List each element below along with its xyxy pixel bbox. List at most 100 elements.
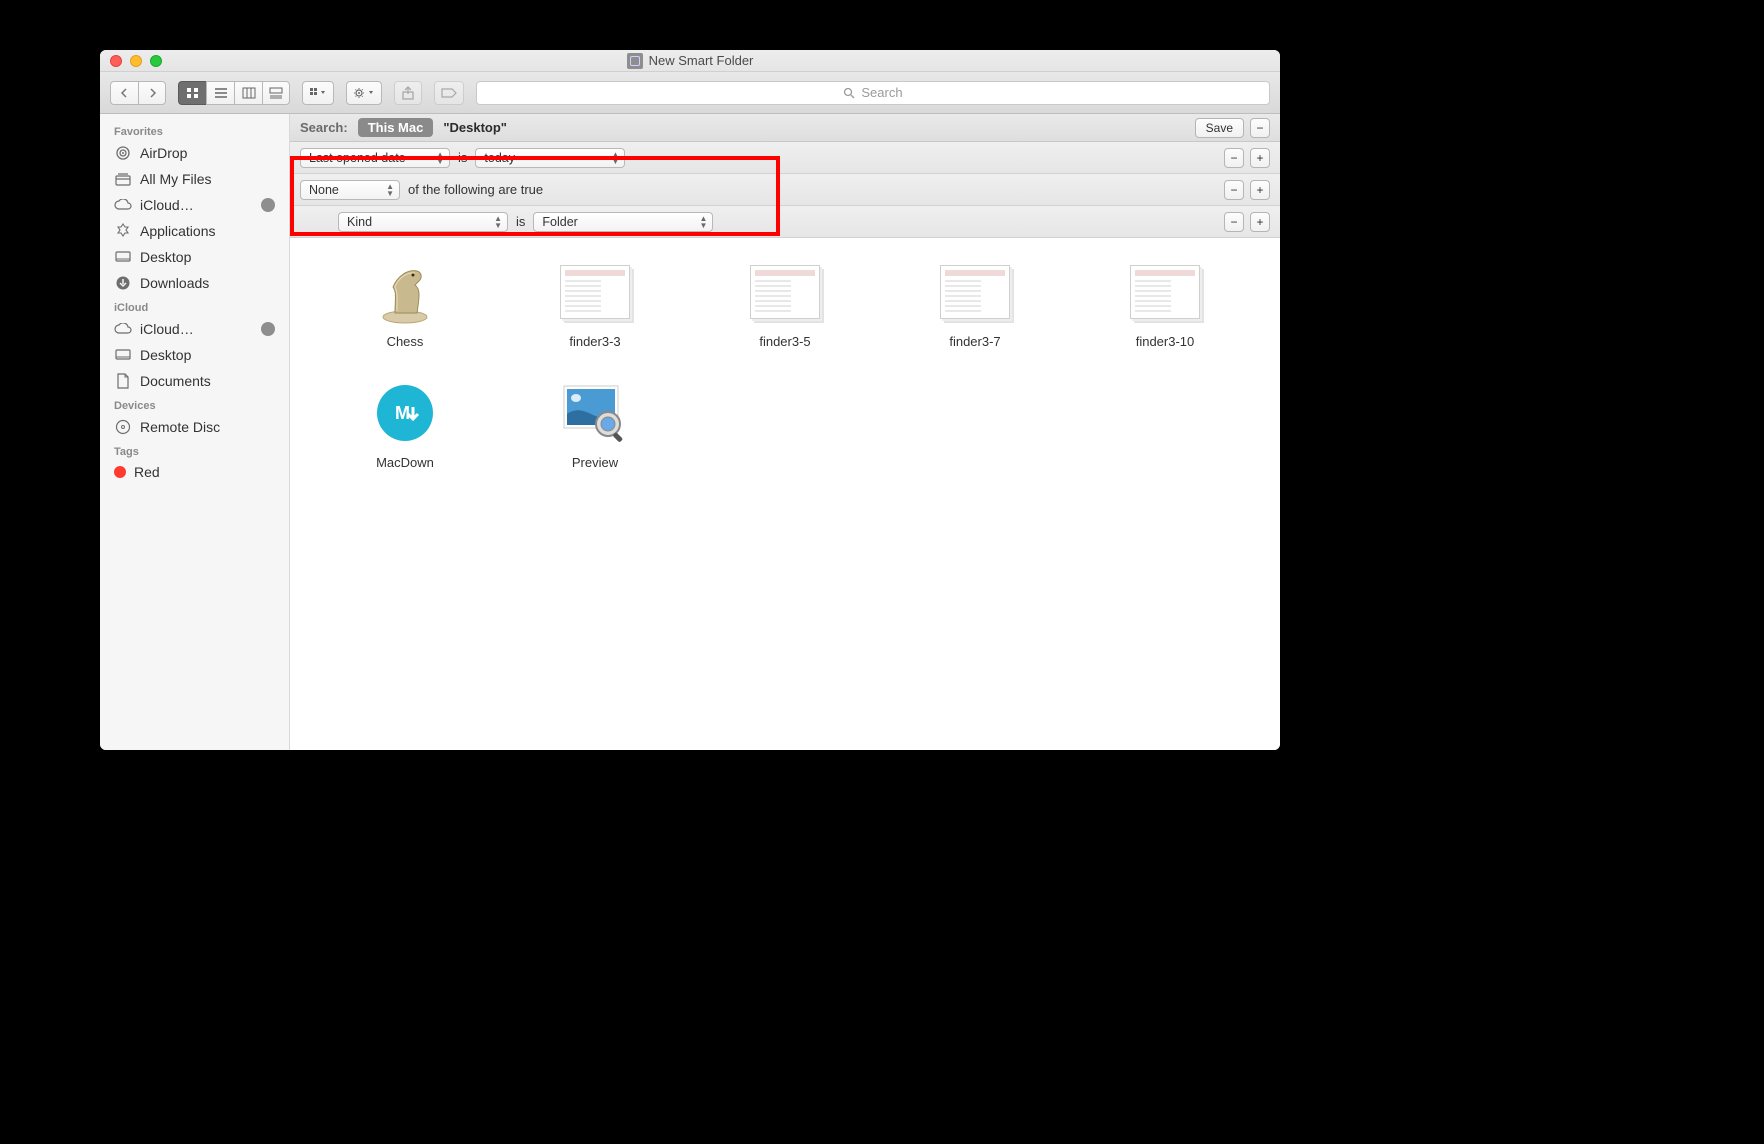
criteria-row-2: None ▲▼ of the following are true − + — [290, 174, 1280, 206]
sidebar-item-tag-red[interactable]: Red — [100, 460, 289, 484]
criteria-text: of the following are true — [408, 182, 543, 197]
desktop-icon — [114, 346, 132, 364]
remove-row-button[interactable]: − — [1224, 212, 1244, 232]
column-view-button[interactable] — [234, 81, 262, 105]
window-title: New Smart Folder — [100, 53, 1280, 69]
file-label: Preview — [572, 455, 618, 470]
sidebar-item-label: Downloads — [140, 275, 209, 291]
add-row-button[interactable]: + — [1250, 148, 1270, 168]
file-item-preview[interactable]: Preview — [510, 379, 680, 470]
remove-criteria-button[interactable]: − — [1250, 118, 1270, 138]
sidebar-item-label: All My Files — [140, 171, 212, 187]
cloud-icon — [114, 320, 132, 338]
sidebar-item-applications[interactable]: Applications — [100, 218, 289, 244]
file-item[interactable]: finder3-5 — [700, 258, 870, 349]
file-thumbnail — [559, 258, 631, 326]
criteria-value-popup[interactable]: today ▲▼ — [475, 148, 625, 168]
cloud-icon — [114, 196, 132, 214]
sidebar-item-iclouddrive2[interactable]: iCloud… — [100, 316, 289, 342]
add-row-button[interactable]: + — [1250, 212, 1270, 232]
file-item-chess[interactable]: Chess — [320, 258, 490, 349]
popup-value: Last opened date — [309, 151, 406, 165]
nav-buttons — [110, 81, 166, 105]
sidebar-item-label: iCloud… — [140, 197, 194, 213]
stepper-arrows-icon: ▲▼ — [494, 215, 502, 229]
svg-text:M: M — [395, 403, 410, 423]
coverflow-view-button[interactable] — [262, 81, 290, 105]
stepper-arrows-icon: ▲▼ — [386, 183, 394, 197]
criteria-attribute-popup[interactable]: Kind ▲▼ — [338, 212, 508, 232]
search-field[interactable]: Search — [476, 81, 1270, 105]
stepper-arrows-icon: ▲▼ — [436, 151, 444, 165]
app-icon — [369, 258, 441, 326]
progress-badge — [261, 322, 275, 336]
sidebar-item-documents[interactable]: Documents — [100, 368, 289, 394]
forward-button[interactable] — [138, 81, 166, 105]
file-item[interactable]: finder3-10 — [1080, 258, 1250, 349]
popup-value: today — [484, 151, 515, 165]
sidebar-item-allmyfiles[interactable]: All My Files — [100, 166, 289, 192]
file-label: finder3-5 — [759, 334, 810, 349]
sidebar-section-tags: Tags — [100, 440, 289, 460]
back-button[interactable] — [110, 81, 138, 105]
list-view-button[interactable] — [206, 81, 234, 105]
tags-button[interactable] — [434, 81, 464, 105]
file-label: MacDown — [376, 455, 434, 470]
scope-this-mac[interactable]: This Mac — [358, 118, 434, 137]
search-scope-bar: Search: This Mac "Desktop" Save − — [290, 114, 1280, 142]
arrange-button[interactable] — [302, 81, 334, 105]
file-grid: Chess finder3-3 finder3-5 finder3-7 find… — [290, 238, 1280, 750]
allmyfiles-icon — [114, 170, 132, 188]
sidebar-item-label: Documents — [140, 373, 211, 389]
popup-value: Kind — [347, 215, 372, 229]
sidebar-item-label: Remote Disc — [140, 419, 220, 435]
search-placeholder: Search — [861, 85, 902, 100]
file-item[interactable]: finder3-7 — [890, 258, 1060, 349]
file-thumbnail — [939, 258, 1011, 326]
sidebar-item-desktop[interactable]: Desktop — [100, 244, 289, 270]
app-icon — [559, 379, 631, 447]
share-button[interactable] — [394, 81, 422, 105]
scope-location[interactable]: "Desktop" — [443, 120, 507, 135]
sidebar-item-desktop2[interactable]: Desktop — [100, 342, 289, 368]
action-group — [346, 81, 382, 105]
criteria-attribute-popup[interactable]: Last opened date ▲▼ — [300, 148, 450, 168]
file-item[interactable]: finder3-3 — [510, 258, 680, 349]
popup-value: Folder — [542, 215, 577, 229]
save-button[interactable]: Save — [1195, 118, 1244, 138]
sidebar-item-label: AirDrop — [140, 145, 187, 161]
popup-value: None — [309, 183, 339, 197]
sidebar-item-iclouddrive[interactable]: iCloud… — [100, 192, 289, 218]
sidebar-section-devices: Devices — [100, 394, 289, 414]
sidebar-item-label: Red — [134, 464, 160, 480]
search-icon — [843, 87, 855, 99]
file-label: finder3-10 — [1136, 334, 1195, 349]
sidebar-item-downloads[interactable]: Downloads — [100, 270, 289, 296]
content-area: Search: This Mac "Desktop" Save − Last o… — [290, 114, 1280, 750]
file-item-macdown[interactable]: M MacDown — [320, 379, 490, 470]
remove-row-button[interactable]: − — [1224, 148, 1244, 168]
icon-view-button[interactable] — [178, 81, 206, 105]
documents-icon — [114, 372, 132, 390]
disc-icon — [114, 418, 132, 436]
window-title-text: New Smart Folder — [649, 53, 754, 68]
titlebar: New Smart Folder — [100, 50, 1280, 72]
stepper-arrows-icon: ▲▼ — [611, 151, 619, 165]
sidebar-item-remotedisc[interactable]: Remote Disc — [100, 414, 289, 440]
action-button[interactable] — [346, 81, 382, 105]
criteria-row-1: Last opened date ▲▼ is today ▲▼ − + — [290, 142, 1280, 174]
criteria-op: is — [516, 214, 525, 229]
criteria-value-popup[interactable]: Folder ▲▼ — [533, 212, 713, 232]
file-thumbnail — [1129, 258, 1201, 326]
sidebar: Favorites AirDrop All My Files iCloud… A… — [100, 114, 290, 750]
sidebar-item-label: Applications — [140, 223, 216, 239]
sidebar-item-label: Desktop — [140, 249, 191, 265]
criteria-mode-popup[interactable]: None ▲▼ — [300, 180, 400, 200]
file-thumbnail — [749, 258, 821, 326]
app-icon: M — [369, 379, 441, 447]
finder-window: New Smart Folder — [100, 50, 1280, 750]
sidebar-item-airdrop[interactable]: AirDrop — [100, 140, 289, 166]
remove-row-button[interactable]: − — [1224, 180, 1244, 200]
window-body: Favorites AirDrop All My Files iCloud… A… — [100, 114, 1280, 750]
add-row-button[interactable]: + — [1250, 180, 1270, 200]
